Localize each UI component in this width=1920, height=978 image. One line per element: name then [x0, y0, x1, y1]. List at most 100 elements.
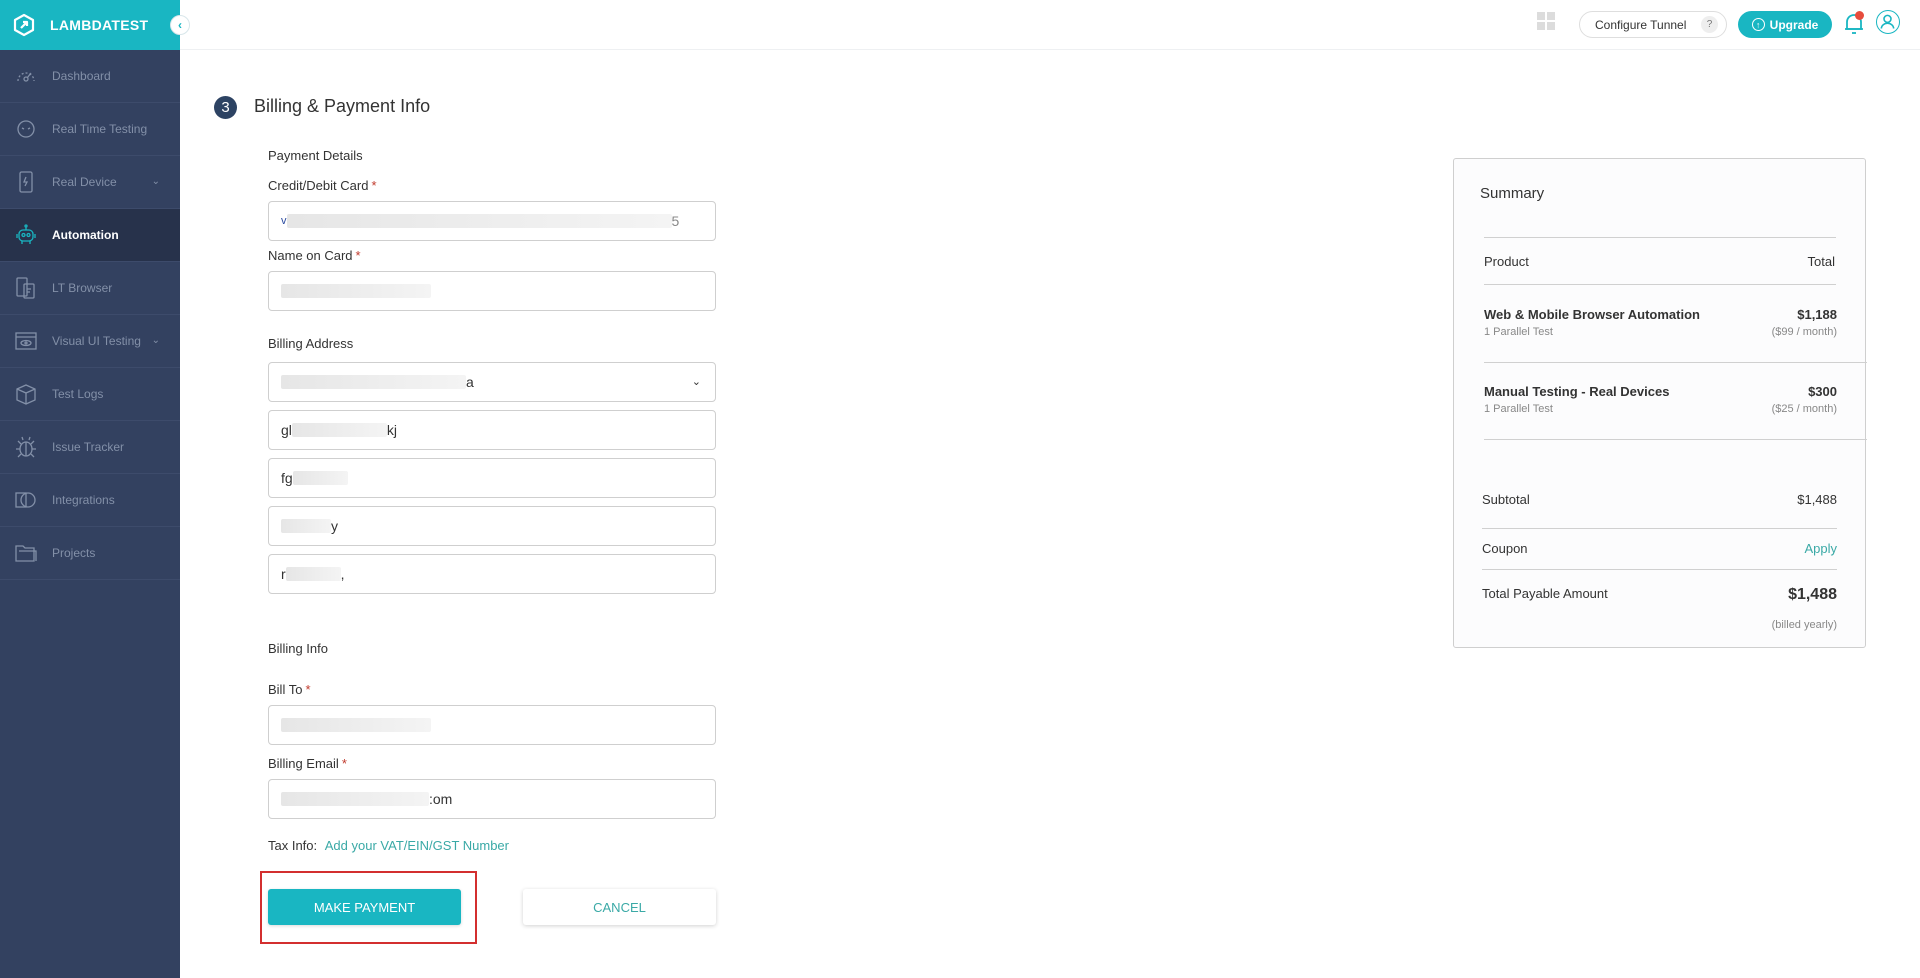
summary-item-name: Web & Mobile Browser Automation: [1484, 307, 1700, 322]
summary-item-name: Manual Testing - Real Devices: [1484, 384, 1670, 399]
sidebar-item-dashboard[interactable]: Dashboard: [0, 50, 180, 103]
summary-item-detail: 1 Parallel Test: [1484, 326, 1553, 338]
sidebar-item-real-time-testing[interactable]: Real Time Testing: [0, 103, 180, 156]
page-title: Billing & Payment Info: [254, 96, 431, 116]
chevron-down-icon: ⌄: [691, 376, 701, 388]
billing-email-suffix: :om: [429, 791, 453, 807]
redacted-text: [281, 792, 429, 806]
bill-to-label: Bill To *: [268, 682, 311, 697]
required-mark: *: [371, 178, 377, 193]
make-payment-button[interactable]: MAKE PAYMENT: [268, 889, 461, 925]
sidebar-item-label: Test Logs: [52, 387, 104, 401]
apply-coupon-link[interactable]: Apply: [1804, 541, 1837, 556]
upgrade-button[interactable]: ↑ Upgrade: [1738, 11, 1832, 38]
redacted-text: [281, 375, 466, 389]
redacted-text: [281, 284, 431, 298]
address4-prefix: r: [281, 566, 286, 582]
city-field[interactable]: y: [268, 506, 716, 546]
country-select[interactable]: a ⌄: [268, 362, 716, 402]
folder-icon: [14, 541, 38, 565]
apps-grid-icon[interactable]: [1537, 12, 1555, 30]
subtotal-label: Subtotal: [1482, 492, 1530, 507]
sidebar-item-test-logs[interactable]: Test Logs: [0, 368, 180, 421]
billing-email-field[interactable]: :om: [268, 779, 716, 819]
address1-suffix: kj: [386, 422, 398, 438]
brand-header[interactable]: LAMBDATEST: [0, 0, 180, 50]
address3-suffix: y: [331, 518, 338, 534]
name-on-card-label: Name on Card *: [268, 248, 361, 263]
column-product-header: Product: [1484, 254, 1529, 269]
address-line-1-field[interactable]: gl kj: [268, 410, 716, 450]
chevron-down-icon: ⌄: [151, 176, 160, 187]
sidebar-item-visual-ui-testing[interactable]: Visual UI Testing ⌄: [0, 315, 180, 368]
zip-field[interactable]: r ,: [268, 554, 716, 594]
sidebar-item-projects[interactable]: Projects: [0, 527, 180, 580]
bill-to-field[interactable]: [268, 705, 716, 745]
card-value-start: v: [281, 215, 287, 227]
step-number-badge: 3: [214, 96, 237, 119]
total-payable-label: Total Payable Amount: [1482, 586, 1608, 601]
sidebar-collapse-button[interactable]: ‹: [170, 15, 190, 35]
summary-item-monthly: ($25 / month): [1771, 403, 1837, 415]
billing-address-heading: Billing Address: [268, 336, 354, 351]
dashboard-icon: [14, 64, 38, 88]
divider: [1484, 237, 1836, 238]
user-icon: [1880, 14, 1895, 29]
billing-frequency-note: (billed yearly): [1771, 619, 1837, 631]
chevron-left-icon: ‹: [178, 18, 182, 32]
summary-item-price: $300: [1808, 384, 1837, 399]
notifications-button[interactable]: [1842, 11, 1866, 37]
address2-prefix: fg: [281, 470, 293, 486]
sidebar-item-integrations[interactable]: Integrations: [0, 474, 180, 527]
sidebar-item-real-device[interactable]: Real Device ⌄: [0, 156, 180, 209]
summary-item-price: $1,188: [1797, 307, 1837, 322]
cancel-button[interactable]: CANCEL: [523, 889, 716, 925]
sidebar-item-label: Real Time Testing: [52, 122, 148, 136]
divider: [1484, 284, 1836, 285]
lt-browser-icon: [14, 276, 38, 300]
order-summary-panel: Summary Product Total Web & Mobile Brows…: [1453, 158, 1867, 648]
sidebar-item-label: Integrations: [52, 493, 115, 507]
required-mark: *: [341, 756, 347, 771]
tax-info-label: Tax Info:: [268, 838, 318, 853]
sidebar-item-label: Issue Tracker: [52, 440, 125, 454]
redacted-text: [292, 471, 348, 485]
sidebar-item-automation[interactable]: Automation: [0, 209, 180, 262]
bug-icon: [14, 435, 38, 459]
lambdatest-logo-icon: [13, 13, 35, 37]
country-value-end: a: [466, 374, 474, 390]
tax-info-row: Tax Info: Add your VAT/EIN/GST Number: [268, 838, 509, 853]
configure-tunnel-button[interactable]: Configure Tunnel ?: [1579, 11, 1727, 38]
visual-ui-icon: [14, 329, 38, 353]
summary-item-monthly: ($99 / month): [1771, 326, 1837, 338]
summary-title: Summary: [1480, 185, 1545, 202]
redacted-text: [281, 718, 431, 732]
brand-name: LAMBDATEST: [50, 17, 149, 33]
integrations-icon: [14, 488, 38, 512]
robot-icon: [14, 223, 38, 247]
redacted-text: [291, 423, 387, 437]
add-tax-number-link[interactable]: Add your VAT/EIN/GST Number: [325, 838, 509, 853]
billing-info-heading: Billing Info: [268, 641, 328, 656]
subtotal-value: $1,488: [1797, 492, 1837, 507]
notification-badge: [1855, 11, 1864, 20]
name-on-card-field[interactable]: [268, 271, 716, 311]
sidebar-item-label: Projects: [52, 546, 96, 560]
sidebar-item-label: Visual UI Testing: [52, 334, 141, 348]
sidebar-item-issue-tracker[interactable]: Issue Tracker: [0, 421, 180, 474]
payment-details-heading: Payment Details: [268, 148, 363, 163]
card-value-end: 5: [671, 213, 680, 229]
bill-to-label-text: Bill To: [268, 682, 303, 697]
card-number-field[interactable]: v 5: [268, 201, 716, 241]
required-mark: *: [305, 682, 311, 697]
sidebar-item-lt-browser[interactable]: LT Browser: [0, 262, 180, 315]
address-line-2-field[interactable]: fg: [268, 458, 716, 498]
total-payable-value: $1,488: [1788, 586, 1837, 603]
redacted-text: [285, 567, 341, 581]
user-avatar-button[interactable]: [1876, 10, 1900, 34]
sidebar-item-label: LT Browser: [52, 281, 113, 295]
help-icon[interactable]: ?: [1701, 16, 1718, 33]
arrow-up-circle-icon: ↑: [1751, 18, 1765, 31]
address4-suffix: ,: [340, 566, 345, 582]
billing-email-label: Billing Email *: [268, 756, 347, 771]
